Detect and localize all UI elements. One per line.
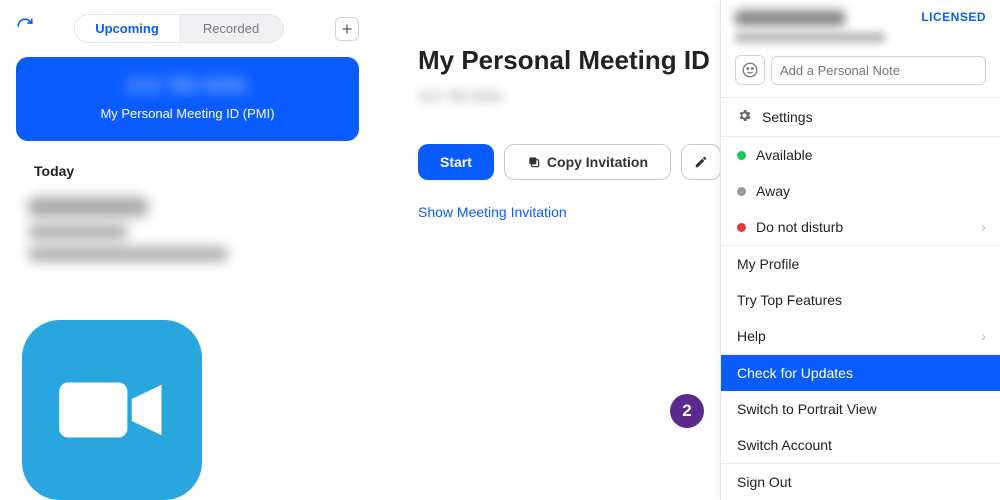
- tab-recorded[interactable]: Recorded: [179, 15, 283, 42]
- smile-icon: [741, 61, 759, 79]
- menu-check-updates[interactable]: Check for Updates: [721, 354, 1000, 391]
- annotation-step-badge: 2: [670, 394, 704, 428]
- menu-check-updates-label: Check for Updates: [737, 365, 853, 381]
- show-meeting-invitation-link[interactable]: Show Meeting Invitation: [418, 204, 758, 220]
- add-meeting-button[interactable]: [335, 17, 359, 41]
- menu-sign-out[interactable]: Sign Out: [721, 463, 1000, 500]
- status-available[interactable]: Available: [721, 136, 1000, 173]
- profile-menu: Settings Available Away Do not disturb ›…: [721, 97, 1000, 500]
- profile-name: [735, 10, 845, 26]
- status-dot-dnd-icon: [737, 223, 746, 232]
- status-dnd[interactable]: Do not disturb ›: [721, 209, 1000, 245]
- menu-try-top-features[interactable]: Try Top Features: [721, 282, 1000, 318]
- menu-try-top-features-label: Try Top Features: [737, 292, 842, 308]
- today-heading: Today: [16, 163, 359, 179]
- copy-invitation-label: Copy Invitation: [547, 154, 648, 170]
- chevron-right-icon: ›: [981, 219, 986, 236]
- menu-switch-account[interactable]: Switch Account: [721, 427, 1000, 463]
- zoom-logo: [22, 320, 202, 500]
- menu-help-label: Help: [737, 328, 766, 344]
- menu-help[interactable]: Help ›: [721, 318, 1000, 354]
- profile-header: LICENSED: [721, 0, 1000, 55]
- page-title: My Personal Meeting ID: [418, 45, 758, 76]
- menu-settings-label: Settings: [762, 109, 813, 125]
- start-button[interactable]: Start: [418, 144, 494, 180]
- sidebar-toolbar: Upcoming Recorded: [16, 14, 359, 43]
- license-badge: LICENSED: [921, 10, 986, 24]
- profile-email: [735, 32, 885, 43]
- menu-settings[interactable]: Settings: [721, 98, 1000, 136]
- status-away-label: Away: [756, 183, 790, 199]
- gear-icon: [737, 108, 752, 126]
- meeting-actions: Start Copy Invitation: [418, 144, 758, 180]
- meeting-tabs: Upcoming Recorded: [74, 14, 284, 43]
- personal-note-row: [721, 55, 1000, 97]
- pencil-icon: [694, 155, 708, 169]
- menu-switch-portrait-label: Switch to Portrait View: [737, 401, 877, 417]
- copy-invitation-button[interactable]: Copy Invitation: [504, 144, 671, 180]
- menu-sign-out-label: Sign Out: [737, 474, 791, 490]
- meeting-item[interactable]: [16, 197, 359, 261]
- profile-dropdown: LICENSED Settings Available Away Do not …: [720, 0, 1000, 500]
- copy-icon: [527, 155, 541, 169]
- meeting-detail: My Personal Meeting ID 213 782 6291 Star…: [418, 45, 758, 220]
- meeting-id: 213 782 6291: [418, 88, 518, 104]
- status-dot-available-icon: [737, 151, 746, 160]
- pmi-card[interactable]: 213 782 6291 My Personal Meeting ID (PMI…: [16, 57, 359, 141]
- emoji-picker-button[interactable]: [735, 55, 765, 85]
- status-dnd-label: Do not disturb: [756, 219, 843, 235]
- menu-my-profile[interactable]: My Profile: [721, 245, 1000, 282]
- meetings-sidebar: Upcoming Recorded 213 782 6291 My Person…: [0, 0, 375, 500]
- refresh-icon[interactable]: [16, 17, 34, 40]
- personal-note-input[interactable]: [771, 56, 986, 85]
- pmi-label: My Personal Meeting ID (PMI): [30, 106, 345, 121]
- menu-switch-account-label: Switch Account: [737, 437, 832, 453]
- edit-button[interactable]: [681, 144, 721, 180]
- menu-switch-portrait[interactable]: Switch to Portrait View: [721, 391, 1000, 427]
- menu-my-profile-label: My Profile: [737, 256, 799, 272]
- status-away[interactable]: Away: [721, 173, 1000, 209]
- status-dot-away-icon: [737, 187, 746, 196]
- status-available-label: Available: [756, 147, 813, 163]
- chevron-right-icon: ›: [981, 328, 986, 345]
- tab-upcoming[interactable]: Upcoming: [75, 15, 179, 42]
- pmi-id: 213 782 6291: [30, 75, 345, 98]
